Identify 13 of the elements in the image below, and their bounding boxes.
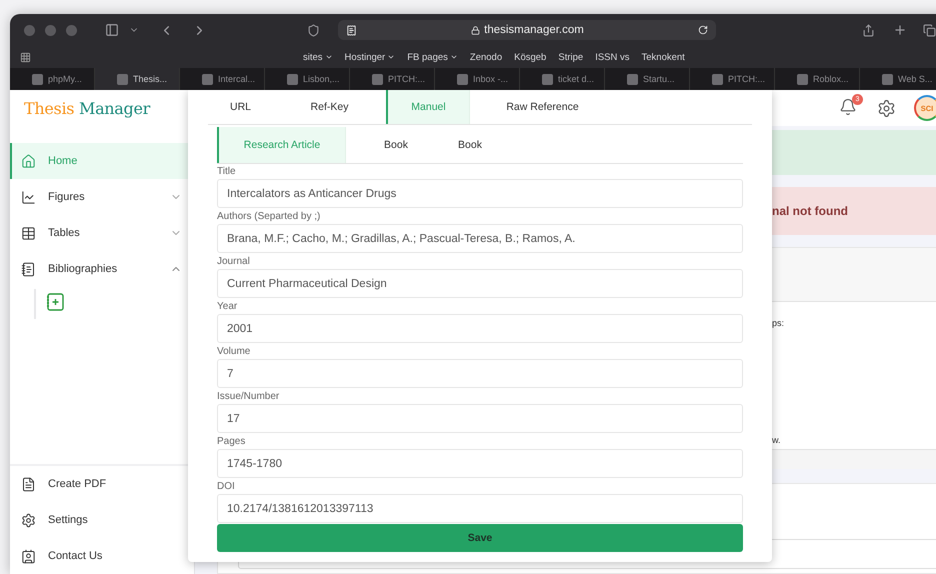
logo-text: Thesis Manager: [23, 98, 152, 120]
field-label: Year: [217, 300, 238, 314]
field-label: Journal: [217, 255, 251, 269]
field-label: Title: [217, 165, 237, 179]
instruction-text: ps:: [772, 318, 786, 328]
field-label: Pages: [217, 435, 246, 449]
error-text: nal not found: [772, 204, 848, 218]
field-label: DOI: [217, 480, 236, 494]
field-label: Authors (Separted by ;): [217, 210, 322, 224]
url-text: thesismanager.com: [484, 24, 584, 36]
field-label: Issue/Number: [217, 390, 280, 404]
field-label: Volume: [217, 345, 252, 359]
instruction-text: w.: [772, 435, 782, 445]
